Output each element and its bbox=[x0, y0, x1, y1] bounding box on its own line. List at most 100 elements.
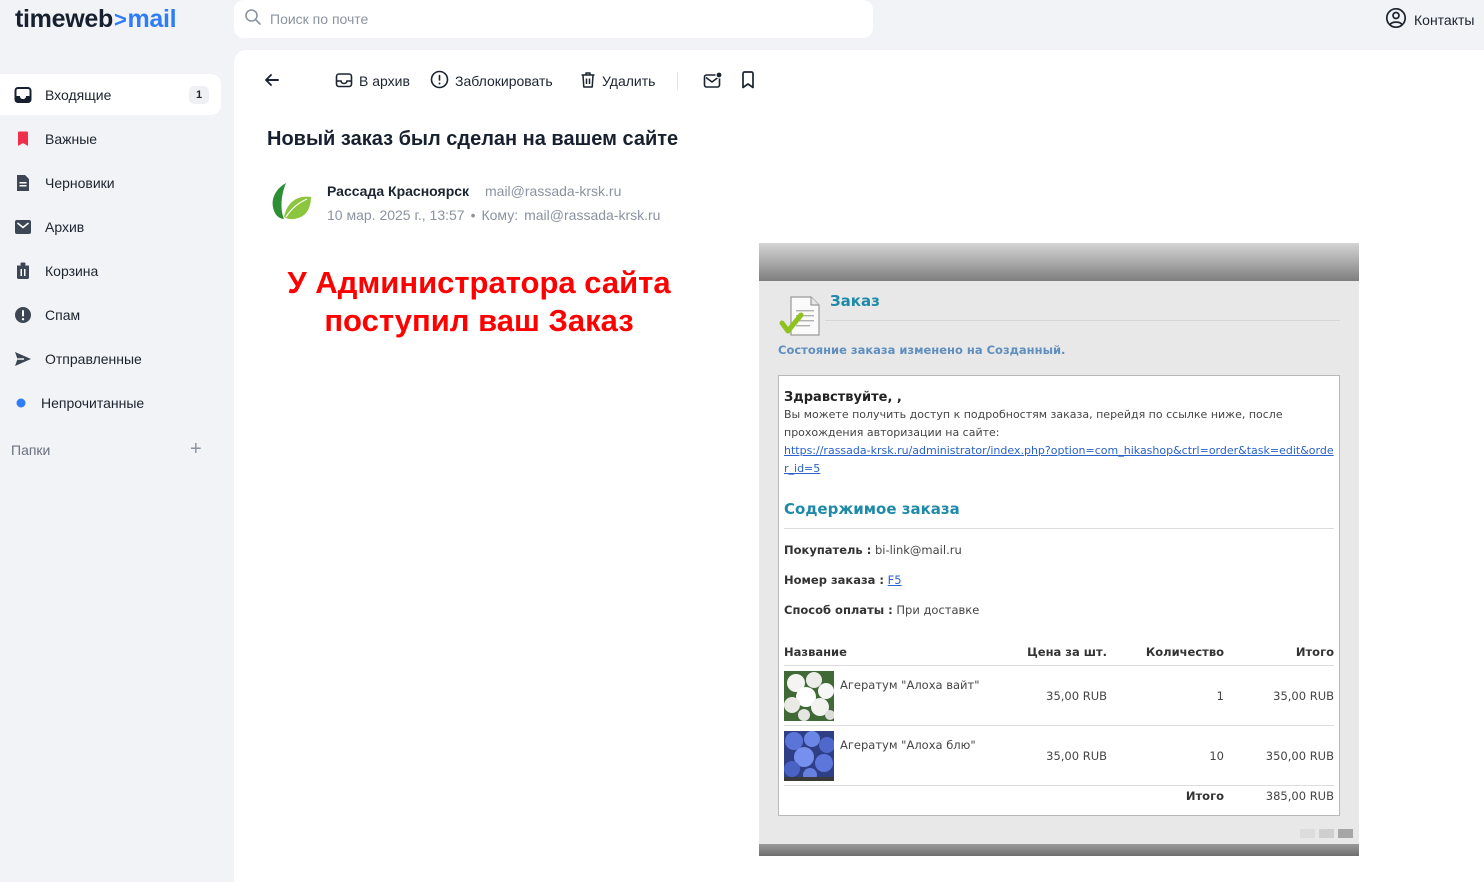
product-name: Агератум "Алоха блю" bbox=[840, 737, 976, 752]
sender-avatar bbox=[267, 177, 315, 225]
delete-button[interactable]: Удалить bbox=[580, 69, 655, 93]
order-number-label: Номер заказа : bbox=[784, 573, 885, 587]
arrow-left-icon bbox=[263, 71, 281, 92]
envelope-dot-icon bbox=[703, 70, 723, 92]
folders-section: Папки + bbox=[0, 435, 234, 465]
sidebar-item-spam[interactable]: Спам bbox=[0, 294, 221, 335]
sidebar-item-archive[interactable]: Архив bbox=[0, 206, 221, 247]
grand-total-value: 385,00 RUB bbox=[1265, 788, 1334, 803]
order-title-divider bbox=[825, 320, 1340, 321]
sidebar-item-label: Спам bbox=[45, 306, 81, 323]
grand-total-label: Итого bbox=[1185, 788, 1224, 803]
product-total: 35,00 RUB bbox=[1224, 665, 1334, 726]
column-header: Цена за шт. bbox=[1014, 645, 1107, 666]
block-button-label: Заблокировать bbox=[455, 73, 553, 89]
order-title: Заказ bbox=[830, 292, 880, 310]
bookmark-icon bbox=[13, 129, 33, 149]
bookmark-button[interactable] bbox=[741, 69, 755, 93]
meta-separator: • bbox=[470, 207, 476, 223]
sidebar-item-label: Корзина bbox=[45, 262, 99, 279]
add-folder-button[interactable]: + bbox=[190, 438, 202, 460]
sidebar-item-label: Архив bbox=[45, 218, 85, 235]
archive-button[interactable]: В архив bbox=[335, 69, 410, 93]
archive-tray-icon bbox=[335, 71, 353, 92]
order-status-text: Состояние заказа изменено на Созданный. bbox=[778, 343, 1066, 357]
sidebar-item-trash[interactable]: Корзина bbox=[0, 250, 221, 291]
search-input[interactable] bbox=[270, 11, 830, 27]
payment-value: При доставке bbox=[896, 603, 980, 617]
logo-brand: timeweb bbox=[15, 5, 113, 33]
contacts-label: Контакты bbox=[1414, 11, 1475, 28]
sidebar-item-unread[interactable]: Непрочитанные bbox=[0, 382, 221, 423]
send-icon bbox=[13, 349, 33, 369]
toolbar-divider bbox=[677, 72, 678, 90]
column-header: Название bbox=[784, 645, 1014, 666]
greeting: Здравствуйте, , bbox=[784, 390, 902, 405]
delete-button-label: Удалить bbox=[602, 73, 656, 89]
buyer-label: Покупатель : bbox=[784, 543, 872, 557]
sidebar-item-label: Важные bbox=[45, 130, 98, 147]
payment-field: Способ оплаты : При доставке bbox=[784, 603, 1334, 619]
bookmark-outline-icon bbox=[741, 70, 755, 92]
back-button[interactable] bbox=[263, 69, 281, 93]
annotation-line-1: У Администратора сайта bbox=[287, 265, 671, 300]
sidebar-item-drafts[interactable]: Черновики bbox=[0, 162, 221, 203]
message-date: 10 мар. 2025 г., 13:57 bbox=[327, 207, 465, 223]
folders-label: Папки bbox=[11, 442, 51, 458]
buyer-value: bi-link@mail.ru bbox=[874, 543, 962, 557]
order-items-table: Название Цена за шт. Количество Итого Аг… bbox=[784, 645, 1334, 806]
order-content-heading: Содержимое заказа bbox=[784, 500, 1334, 529]
sidebar-item-label: Отправленные bbox=[45, 350, 142, 367]
sidebar-item-sent[interactable]: Отправленные bbox=[0, 338, 221, 379]
unread-dot-icon bbox=[13, 393, 29, 413]
column-header: Итого bbox=[1224, 645, 1334, 666]
order-document-icon bbox=[779, 293, 827, 345]
message-subject: Новый заказ был сделан на вашем сайте bbox=[267, 128, 679, 150]
product-image-white-flowers bbox=[784, 670, 835, 721]
message-toolbar: В архив Заблокировать Удалить bbox=[234, 69, 834, 93]
mark-unread-button[interactable] bbox=[703, 69, 723, 93]
table-row: Агератум "Алоха вайт" 35,00 RUB 1 35,00 … bbox=[784, 665, 1334, 726]
column-header: Количество bbox=[1107, 645, 1224, 666]
spam-icon bbox=[13, 305, 33, 325]
footer-block bbox=[1319, 829, 1334, 838]
trash-icon bbox=[580, 71, 596, 92]
payment-label: Способ оплаты : bbox=[784, 603, 893, 617]
order-admin-link[interactable]: https://rassada-krsk.ru/administrator/in… bbox=[784, 444, 1334, 475]
footer-block bbox=[1338, 829, 1353, 838]
buyer-field: Покупатель : bi-link@mail.ru bbox=[784, 543, 1334, 559]
product-name: Агератум "Алоха вайт" bbox=[840, 677, 980, 692]
email-body: Заказ Состояние заказа изменено на Созда… bbox=[759, 243, 1359, 856]
app-logo[interactable]: timeweb>mail bbox=[15, 4, 177, 35]
grand-total-row: Итого 385,00 RUB bbox=[784, 786, 1334, 806]
user-circle-icon bbox=[1385, 7, 1407, 32]
intro-text: Вы можете получить доступ к подробностям… bbox=[784, 408, 1283, 439]
recipient-email[interactable]: mail@rassada-krsk.ru bbox=[524, 207, 660, 223]
logo-separator: > bbox=[113, 7, 127, 32]
order-number-link[interactable]: F5 bbox=[888, 573, 902, 587]
sender-name[interactable]: Рассада Красноярск bbox=[327, 183, 469, 199]
product-image-blue-flowers bbox=[784, 730, 835, 782]
inbox-icon bbox=[13, 85, 33, 105]
archive-icon bbox=[13, 217, 33, 237]
sidebar-item-important[interactable]: Важные bbox=[0, 118, 221, 159]
email-footer-band bbox=[759, 844, 1359, 856]
sidebar: Входящие 1 Важные Черновики Архив Корзин… bbox=[0, 74, 234, 465]
recipient-label: Кому: bbox=[481, 207, 519, 223]
sender-email[interactable]: mail@rassada-krsk.ru bbox=[485, 183, 621, 199]
red-annotation: У Администратора сайта поступил ваш Зака… bbox=[274, 264, 684, 340]
message-view: В архив Заблокировать Удалить Новый зака bbox=[234, 50, 1484, 882]
product-price: 35,00 RUB bbox=[1014, 725, 1107, 786]
block-button[interactable]: Заблокировать bbox=[430, 69, 553, 93]
trash-icon bbox=[13, 261, 33, 281]
contacts-button[interactable]: Контакты bbox=[1385, 7, 1474, 32]
order-card: Здравствуйте, , Вы можете получить досту… bbox=[778, 375, 1340, 816]
alert-circle-icon bbox=[430, 70, 449, 92]
product-total: 350,00 RUB bbox=[1224, 725, 1334, 786]
sidebar-item-label: Входящие bbox=[45, 86, 112, 103]
annotation-line-2: поступил ваш Заказ bbox=[324, 303, 634, 338]
product-quantity: 1 bbox=[1107, 665, 1224, 726]
sidebar-item-inbox[interactable]: Входящие 1 bbox=[0, 74, 221, 115]
message-meta: 10 мар. 2025 г., 13:57 • Кому: mail@rass… bbox=[327, 207, 660, 223]
archive-button-label: В архив bbox=[359, 73, 410, 89]
